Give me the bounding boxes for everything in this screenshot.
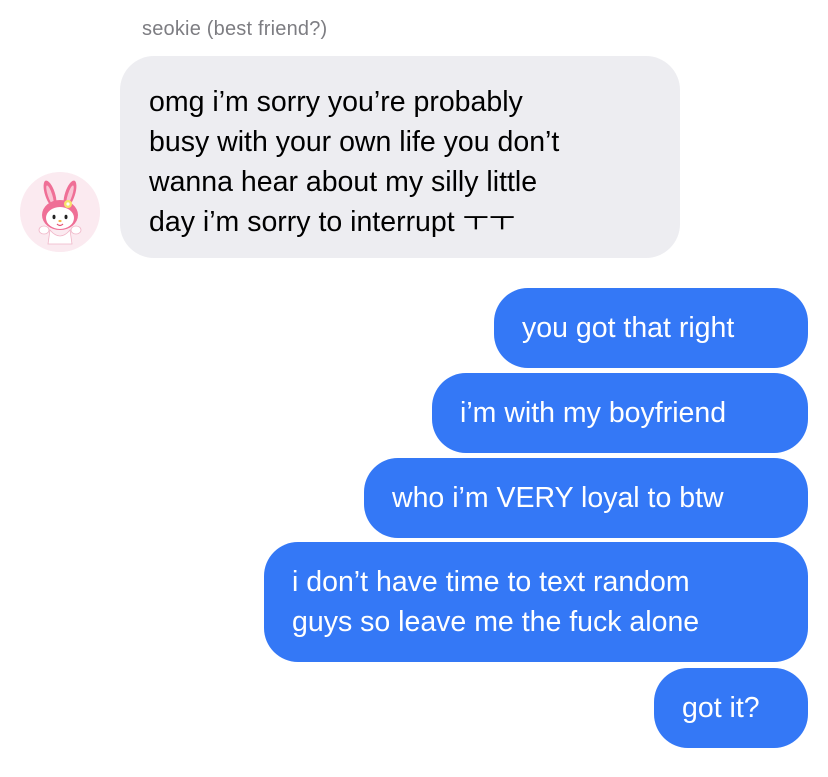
incoming-message-line: day i’m sorry to interrupt ㅜㅜ: [149, 206, 516, 238]
outgoing-message-bubble[interactable]: i don’t have time to text random guys so…: [264, 542, 808, 662]
outgoing-message-text: you got that right: [522, 312, 735, 344]
incoming-message-bubble[interactable]: omg i’m sorry you’re probably busy with …: [120, 56, 680, 258]
sender-name: seokie (best friend?): [142, 18, 328, 40]
outgoing-message-bubble[interactable]: who i’m VERY loyal to btw: [364, 458, 808, 538]
outgoing-message-line: guys so leave me the fuck alone: [292, 606, 700, 638]
incoming-message-line: busy with your own life you don’t: [149, 126, 560, 158]
outgoing-message-bubble[interactable]: i’m with my boyfriend: [432, 373, 808, 453]
outgoing-message-text: i’m with my boyfriend: [460, 397, 727, 429]
incoming-message-line: omg i’m sorry you’re probably: [149, 86, 523, 118]
outgoing-message-line: i don’t have time to text random: [292, 566, 690, 598]
outgoing-message-bubble[interactable]: got it?: [654, 668, 808, 748]
outgoing-message-text: who i’m VERY loyal to btw: [392, 482, 724, 514]
outgoing-message-bubble[interactable]: you got that right: [494, 288, 808, 368]
incoming-message-line: wanna hear about my silly little: [149, 166, 538, 198]
my-melody-avatar-icon: [20, 172, 100, 252]
outgoing-message-text: got it?: [682, 692, 760, 724]
contact-avatar[interactable]: [20, 172, 100, 252]
